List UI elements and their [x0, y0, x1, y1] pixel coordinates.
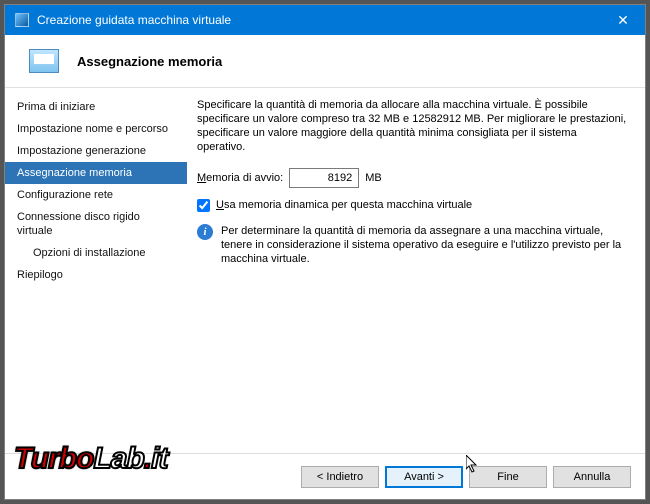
- info-text: Per determinare la quantità di memoria d…: [221, 224, 627, 266]
- wizard-content: Specificare la quantità di memoria da al…: [187, 88, 645, 453]
- app-icon: [15, 13, 29, 27]
- sidebar-item-network[interactable]: Configurazione rete: [5, 184, 187, 206]
- startup-memory-input[interactable]: [289, 168, 359, 188]
- wizard-window: Creazione guidata macchina virtuale ✕ As…: [5, 5, 645, 499]
- page-title: Assegnazione memoria: [77, 54, 222, 69]
- close-icon: ✕: [617, 12, 629, 29]
- sidebar-item-memory[interactable]: Assegnazione memoria: [5, 162, 187, 184]
- wizard-header: Assegnazione memoria: [5, 35, 645, 87]
- sidebar-item-summary[interactable]: Riepilogo: [5, 264, 187, 286]
- wizard-icon: [29, 49, 59, 73]
- cancel-button[interactable]: Annulla: [553, 466, 631, 488]
- wizard-steps: Prima di iniziare Impostazione nome e pe…: [5, 88, 187, 453]
- dynamic-memory-row[interactable]: Usa memoria dinamica per questa macchina…: [197, 198, 627, 212]
- sidebar-item-disk[interactable]: Connessione disco rigido virtuale: [5, 206, 187, 242]
- memory-row: Memoria di avvio: MB: [197, 168, 627, 188]
- info-row: i Per determinare la quantità di memoria…: [197, 224, 627, 266]
- wizard-footer: < Indietro Avanti > Fine Annulla: [5, 453, 645, 499]
- memory-label: Memoria di avvio:: [197, 171, 283, 185]
- sidebar-item-generation[interactable]: Impostazione generazione: [5, 140, 187, 162]
- sidebar-item-before-begin[interactable]: Prima di iniziare: [5, 96, 187, 118]
- dynamic-memory-checkbox[interactable]: [197, 199, 210, 212]
- dynamic-memory-label: Usa memoria dinamica per questa macchina…: [216, 198, 472, 212]
- sidebar-item-install-options[interactable]: Opzioni di installazione: [5, 242, 187, 264]
- info-icon: i: [197, 224, 213, 240]
- description-text: Specificare la quantità di memoria da al…: [197, 98, 627, 154]
- next-button[interactable]: Avanti >: [385, 466, 463, 488]
- memory-unit: MB: [365, 171, 382, 185]
- window-title: Creazione guidata macchina virtuale: [37, 13, 601, 27]
- sidebar-item-name-path[interactable]: Impostazione nome e percorso: [5, 118, 187, 140]
- back-button[interactable]: < Indietro: [301, 466, 379, 488]
- wizard-body: Prima di iniziare Impostazione nome e pe…: [5, 88, 645, 453]
- titlebar: Creazione guidata macchina virtuale ✕: [5, 5, 645, 35]
- finish-button[interactable]: Fine: [469, 466, 547, 488]
- close-button[interactable]: ✕: [601, 5, 645, 35]
